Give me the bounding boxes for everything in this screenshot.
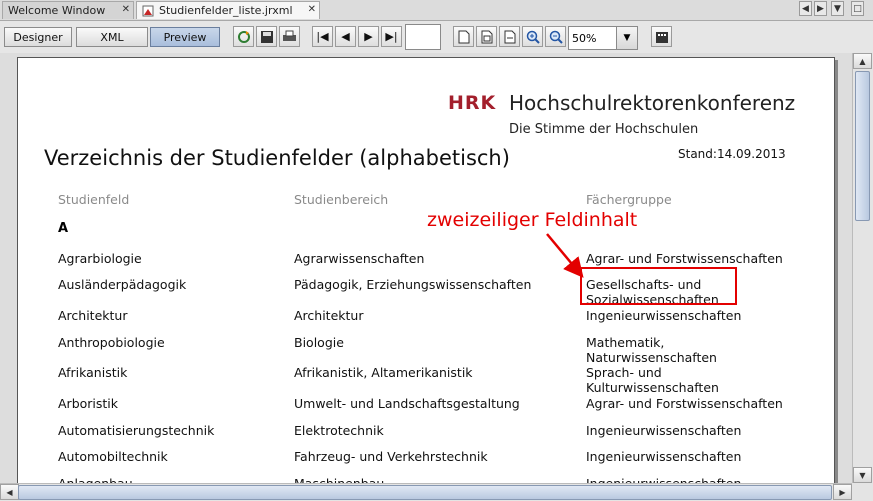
cell-bereich: Agrarwissenschaften bbox=[294, 251, 425, 266]
zoom-value: 50% bbox=[572, 32, 597, 45]
cell-gruppe: Ingenieurwissenschaften bbox=[586, 476, 741, 483]
scroll-left-icon[interactable]: ◀ bbox=[0, 484, 19, 500]
actual-size-icon[interactable] bbox=[453, 26, 474, 47]
annotation-label: zweizeiliger Feldinhalt bbox=[427, 209, 638, 231]
tab-label: Welcome Window bbox=[8, 4, 106, 17]
horizontal-scrollbar[interactable]: ◀ ▶ bbox=[0, 483, 852, 501]
hrk-logo: HRK bbox=[448, 92, 497, 114]
previous-page-icon[interactable]: ◀ bbox=[335, 26, 356, 47]
cell-gruppe: Ingenieurwissenschaften bbox=[586, 423, 742, 438]
cell-bereich: Maschinenbau bbox=[294, 476, 384, 483]
report-file-icon bbox=[142, 5, 154, 17]
cell-gruppe: Ingenieurwissenschaften bbox=[586, 308, 742, 323]
logo-subtitle: Die Stimme der Hochschulen bbox=[509, 122, 699, 137]
cell-feld: Agrarbiologie bbox=[58, 251, 142, 266]
group-letter: A bbox=[58, 221, 69, 236]
cell-feld: Anthropobiologie bbox=[58, 335, 165, 350]
cell-bereich: Afrikanistik, Altamerikanistik bbox=[294, 365, 473, 380]
cell-feld: Ausländerpädagogik bbox=[58, 277, 187, 292]
maximize-icon[interactable]: □ bbox=[851, 1, 864, 16]
tab-scroll-left-icon[interactable]: ◀ bbox=[799, 1, 812, 16]
preview-button[interactable]: Preview bbox=[150, 27, 220, 47]
report-date: Stand:14.09.2013 bbox=[678, 147, 786, 161]
cell-bereich: Pädagogik, Erziehungswissenschaften bbox=[294, 277, 532, 292]
cell-bereich: Architektur bbox=[294, 308, 364, 323]
zoom-out-icon[interactable] bbox=[545, 26, 566, 47]
column-header-studienbereich: Studienbereich bbox=[294, 192, 389, 207]
report-title: Verzeichnis der Studienfelder (alphabeti… bbox=[44, 146, 510, 170]
cell-feld: Afrikanistik bbox=[58, 365, 128, 380]
annotation-box bbox=[580, 267, 737, 305]
scroll-up-icon[interactable]: ▲ bbox=[853, 53, 872, 69]
refresh-icon[interactable] bbox=[233, 26, 254, 47]
tab-studienfelder-jrxml[interactable]: Studienfelder_liste.jrxml ✕ bbox=[136, 1, 320, 19]
cell-gruppe: Agrar- und Forstwissenschaften bbox=[586, 396, 783, 411]
logo-name: Hochschulrektorenkonferenz bbox=[509, 91, 796, 115]
report-page: HRK Hochschulrektorenkonferenz Die Stimm… bbox=[17, 57, 835, 483]
export-icon[interactable] bbox=[651, 26, 672, 47]
horizontal-scroll-thumb[interactable] bbox=[18, 485, 832, 500]
vertical-scroll-thumb[interactable] bbox=[855, 71, 870, 221]
print-icon[interactable] bbox=[279, 26, 300, 47]
cell-bereich: Elektrotechnik bbox=[294, 423, 384, 438]
cell-feld: Automatisierungstechnik bbox=[58, 423, 215, 438]
cell-feld: Anlagenbau bbox=[58, 476, 133, 483]
cell-bereich: Umwelt- und Landschaftsgestaltung bbox=[294, 396, 520, 411]
xml-button[interactable]: XML bbox=[76, 27, 148, 47]
cell-feld: Automobiltechnik bbox=[58, 449, 168, 464]
scroll-right-icon[interactable]: ▶ bbox=[833, 484, 852, 500]
cell-feld: Architektur bbox=[58, 308, 128, 323]
fit-page-icon[interactable] bbox=[476, 26, 497, 47]
close-icon[interactable]: ✕ bbox=[122, 4, 130, 15]
fit-width-icon[interactable] bbox=[499, 26, 520, 47]
cell-gruppe: Agrar- und Forstwissenschaften bbox=[586, 251, 783, 266]
cell-bereich: Fahrzeug- und Verkehrstechnik bbox=[294, 449, 488, 464]
cell-gruppe: Mathematik, Naturwissenschaften bbox=[586, 335, 717, 365]
cell-bereich: Biologie bbox=[294, 335, 344, 350]
cell-gruppe: Sprach- und Kulturwissenschaften bbox=[586, 365, 719, 395]
zoom-select[interactable]: 50% ▼ bbox=[568, 26, 638, 50]
zoom-in-icon[interactable] bbox=[522, 26, 543, 47]
report-preview-area[interactable]: HRK Hochschulrektorenkonferenz Die Stimm… bbox=[0, 53, 852, 483]
first-page-icon[interactable]: |◀ bbox=[312, 26, 333, 47]
tab-list-icon[interactable]: ▼ bbox=[831, 1, 844, 16]
tab-scroll-right-icon[interactable]: ▶ bbox=[814, 1, 827, 16]
tab-welcome-window[interactable]: Welcome Window ✕ bbox=[2, 1, 134, 19]
column-header-faechergruppe: Fächergruppe bbox=[586, 192, 672, 207]
save-icon[interactable] bbox=[256, 26, 277, 47]
scroll-down-icon[interactable]: ▼ bbox=[853, 467, 872, 483]
tab-label: Studienfelder_liste.jrxml bbox=[159, 4, 293, 17]
editor-tab-bar: Welcome Window ✕ Studienfelder_liste.jrx… bbox=[0, 0, 873, 21]
designer-button[interactable]: Designer bbox=[4, 27, 72, 47]
cell-feld: Arboristik bbox=[58, 396, 119, 411]
last-page-icon[interactable]: ▶| bbox=[381, 26, 402, 47]
close-icon[interactable]: ✕ bbox=[308, 4, 316, 15]
page-number-input[interactable] bbox=[405, 24, 441, 50]
chevron-down-icon[interactable]: ▼ bbox=[616, 27, 637, 49]
column-header-studienfeld: Studienfeld bbox=[58, 192, 130, 207]
vertical-scrollbar[interactable]: ▲ ▼ bbox=[852, 53, 873, 483]
next-page-icon[interactable]: ▶ bbox=[358, 26, 379, 47]
cell-gruppe: Ingenieurwissenschaften bbox=[586, 449, 742, 464]
